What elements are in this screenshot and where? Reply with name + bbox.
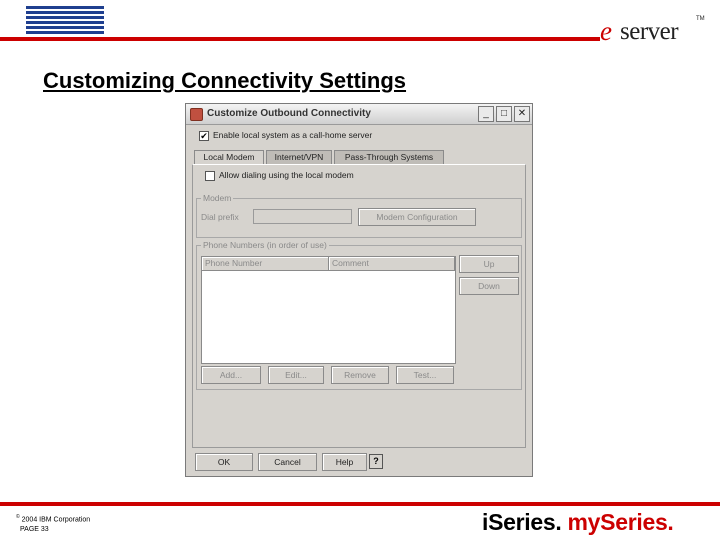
phone-numbers-group-title: Phone Numbers (in order of use) (201, 240, 329, 250)
copyright-text: 2004 IBM Corporation (21, 516, 91, 524)
phone-numbers-table[interactable]: Phone Number Comment (201, 256, 456, 364)
maximize-button[interactable]: □ (496, 106, 512, 122)
enable-call-home-checkbox[interactable]: ✔ (199, 131, 209, 141)
column-header-comment[interactable]: Comment (329, 257, 455, 271)
ok-button[interactable]: OK (195, 453, 253, 471)
iseries-myseries-logo: iSeries. mySeries. (482, 509, 674, 536)
brand-iseries: iSeries. (482, 509, 562, 535)
edit-button[interactable]: Edit... (268, 366, 324, 384)
app-icon (190, 108, 203, 121)
dialog-title-bar[interactable]: Customize Outbound Connectivity _ □ ✕ (186, 104, 532, 125)
help-button[interactable]: Help (322, 453, 367, 471)
modem-configuration-button[interactable]: Modem Configuration (358, 208, 476, 226)
move-up-button[interactable]: Up (459, 255, 519, 273)
add-button[interactable]: Add... (201, 366, 261, 384)
tab-internet-vpn[interactable]: Internet/VPN (266, 150, 332, 164)
dialog-title: Customize Outbound Connectivity (207, 108, 371, 119)
cancel-button[interactable]: Cancel (258, 453, 317, 471)
customize-connectivity-dialog: Customize Outbound Connectivity _ □ ✕ ✔ … (185, 103, 533, 477)
eserver-logo: e server TM (600, 16, 705, 46)
tab-local-modem[interactable]: Local Modem (194, 150, 264, 165)
move-down-button[interactable]: Down (459, 277, 519, 295)
copyright-symbol: © (16, 514, 20, 520)
bottom-red-bar (0, 502, 720, 506)
ibm-logo: IBM (26, 6, 104, 36)
allow-dialing-label: Allow dialing using the local modem (219, 170, 354, 180)
dial-prefix-input[interactable] (253, 209, 352, 224)
test-button[interactable]: Test... (396, 366, 454, 384)
dial-prefix-label: Dial prefix (201, 212, 239, 222)
minimize-button[interactable]: _ (478, 106, 494, 122)
brand-myseries: mySeries. (567, 509, 674, 535)
modem-group-title: Modem (201, 193, 234, 203)
close-button[interactable]: ✕ (514, 106, 530, 122)
page-number: PAGE 33 (20, 526, 49, 533)
tab-pass-through-systems[interactable]: Pass-Through Systems (334, 150, 444, 164)
top-red-bar (0, 37, 600, 41)
enable-call-home-label: Enable local system as a call-home serve… (213, 130, 373, 140)
svg-text:IBM: IBM (38, 6, 93, 36)
copyright-notice: © 2004 IBM Corporation (16, 514, 90, 523)
allow-dialing-checkbox[interactable] (205, 171, 215, 181)
slide-title: Customizing Connectivity Settings (43, 68, 407, 93)
context-help-button[interactable]: ? (369, 454, 383, 469)
column-header-phone-number[interactable]: Phone Number (202, 257, 329, 271)
remove-button[interactable]: Remove (331, 366, 389, 384)
